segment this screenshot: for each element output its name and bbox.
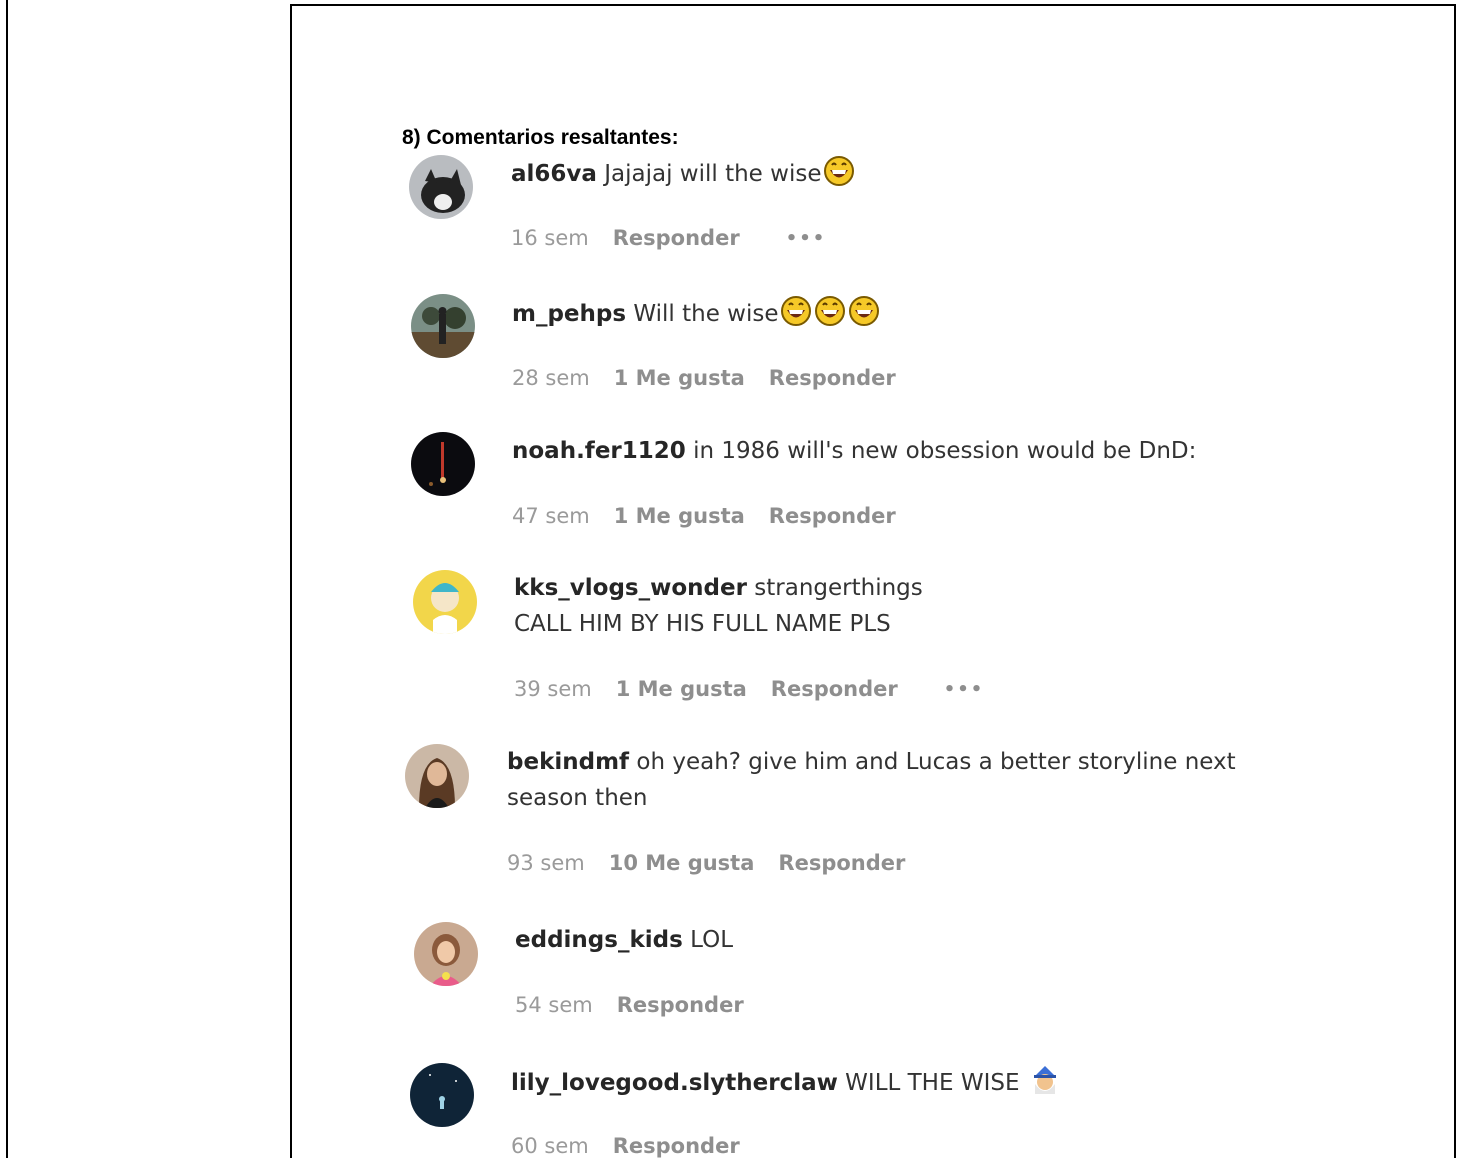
reply-button[interactable]: Responder bbox=[769, 504, 896, 528]
comment-body-line2: season then bbox=[507, 785, 648, 811]
likes-count[interactable]: 1 Me gusta bbox=[614, 366, 745, 390]
comment-meta: 93 sem 10 Me gusta Responder bbox=[507, 851, 951, 875]
more-options-icon[interactable]: ••• bbox=[786, 228, 827, 249]
comment-meta: 39 sem 1 Me gusta Responder ••• bbox=[514, 677, 984, 701]
comment-username[interactable]: bekindmf bbox=[507, 749, 629, 775]
likes-count[interactable]: 1 Me gusta bbox=[616, 677, 747, 701]
likes-count[interactable]: 10 Me gusta bbox=[609, 851, 755, 875]
comment-username[interactable]: lily_lovegood.slytherclaw bbox=[511, 1070, 838, 1096]
comment-username[interactable]: eddings_kids bbox=[515, 927, 683, 953]
comment-text: eddings_kids LOL bbox=[515, 922, 733, 958]
comment-meta: 60 sem Responder bbox=[511, 1134, 786, 1158]
comment-text: al66va Jajajaj will the wise bbox=[511, 155, 855, 192]
comment-text: lily_lovegood.slytherclaw WILL THE WISE bbox=[511, 1064, 1061, 1101]
comment-time: 54 sem bbox=[515, 993, 593, 1017]
reply-button[interactable]: Responder bbox=[778, 851, 905, 875]
comment-body: oh yeah? give him and Lucas a better sto… bbox=[636, 749, 1236, 775]
likes-count[interactable]: 1 Me gusta bbox=[614, 504, 745, 528]
comment-body: Will the wise bbox=[633, 301, 779, 327]
comment-time: 28 sem bbox=[512, 366, 590, 390]
comment-body-line2: CALL HIM BY HIS FULL NAME PLS bbox=[514, 611, 891, 637]
comment-username[interactable]: al66va bbox=[511, 161, 597, 187]
comment-username[interactable]: m_pehps bbox=[512, 301, 626, 327]
grinning-emoji-icon bbox=[814, 295, 846, 327]
comment-username[interactable]: noah.fer1120 bbox=[512, 438, 686, 464]
comment-text: kks_vlogs_wonder strangerthings CALL HIM… bbox=[514, 570, 923, 642]
grinning-emoji-icon bbox=[823, 155, 855, 187]
comment-time: 93 sem bbox=[507, 851, 585, 875]
avatar[interactable] bbox=[409, 155, 473, 219]
comment-time: 16 sem bbox=[511, 226, 589, 250]
avatar[interactable] bbox=[405, 744, 469, 808]
comment-body: in 1986 will's new obsession would be Dn… bbox=[693, 438, 1197, 464]
comment-time: 39 sem bbox=[514, 677, 592, 701]
comment-meta: 16 sem Responder ••• bbox=[511, 226, 826, 250]
avatar[interactable] bbox=[410, 1063, 474, 1127]
comment-meta: 54 sem Responder bbox=[515, 993, 790, 1017]
comment-meta: 47 sem 1 Me gusta Responder bbox=[512, 504, 942, 528]
grinning-emoji-icon bbox=[780, 295, 812, 327]
comment-time: 47 sem bbox=[512, 504, 590, 528]
comment-time: 60 sem bbox=[511, 1134, 589, 1158]
grinning-emoji-icon bbox=[848, 295, 880, 327]
avatar[interactable] bbox=[411, 294, 475, 358]
comment-username[interactable]: kks_vlogs_wonder bbox=[514, 575, 747, 601]
reply-button[interactable]: Responder bbox=[617, 993, 744, 1017]
table-top-border bbox=[290, 4, 1456, 6]
table-left-border bbox=[290, 4, 292, 1158]
comment-text: m_pehps Will the wise bbox=[512, 295, 880, 332]
reply-button[interactable]: Responder bbox=[613, 226, 740, 250]
comment-meta: 28 sem 1 Me gusta Responder bbox=[512, 366, 942, 390]
comment-body: Jajajaj will the wise bbox=[604, 161, 822, 187]
more-options-icon[interactable]: ••• bbox=[944, 679, 985, 700]
reply-button[interactable]: Responder bbox=[613, 1134, 740, 1158]
table-right-border bbox=[1454, 4, 1456, 1158]
comment-body: strangerthings bbox=[754, 575, 923, 601]
comment-text: bekindmf oh yeah? give him and Lucas a b… bbox=[507, 744, 1236, 816]
comment-body: LOL bbox=[690, 927, 734, 953]
comment-body: WILL THE WISE bbox=[845, 1070, 1020, 1096]
avatar[interactable] bbox=[411, 432, 475, 496]
reply-button[interactable]: Responder bbox=[769, 366, 896, 390]
left-page-border bbox=[6, 0, 8, 1158]
avatar[interactable] bbox=[414, 922, 478, 986]
avatar[interactable] bbox=[413, 570, 477, 634]
wizard-emoji-icon bbox=[1029, 1064, 1061, 1096]
reply-button[interactable]: Responder bbox=[771, 677, 898, 701]
section-heading: 8) Comentarios resaltantes: bbox=[402, 126, 679, 149]
comment-text: noah.fer1120 in 1986 will's new obsessio… bbox=[512, 433, 1196, 469]
